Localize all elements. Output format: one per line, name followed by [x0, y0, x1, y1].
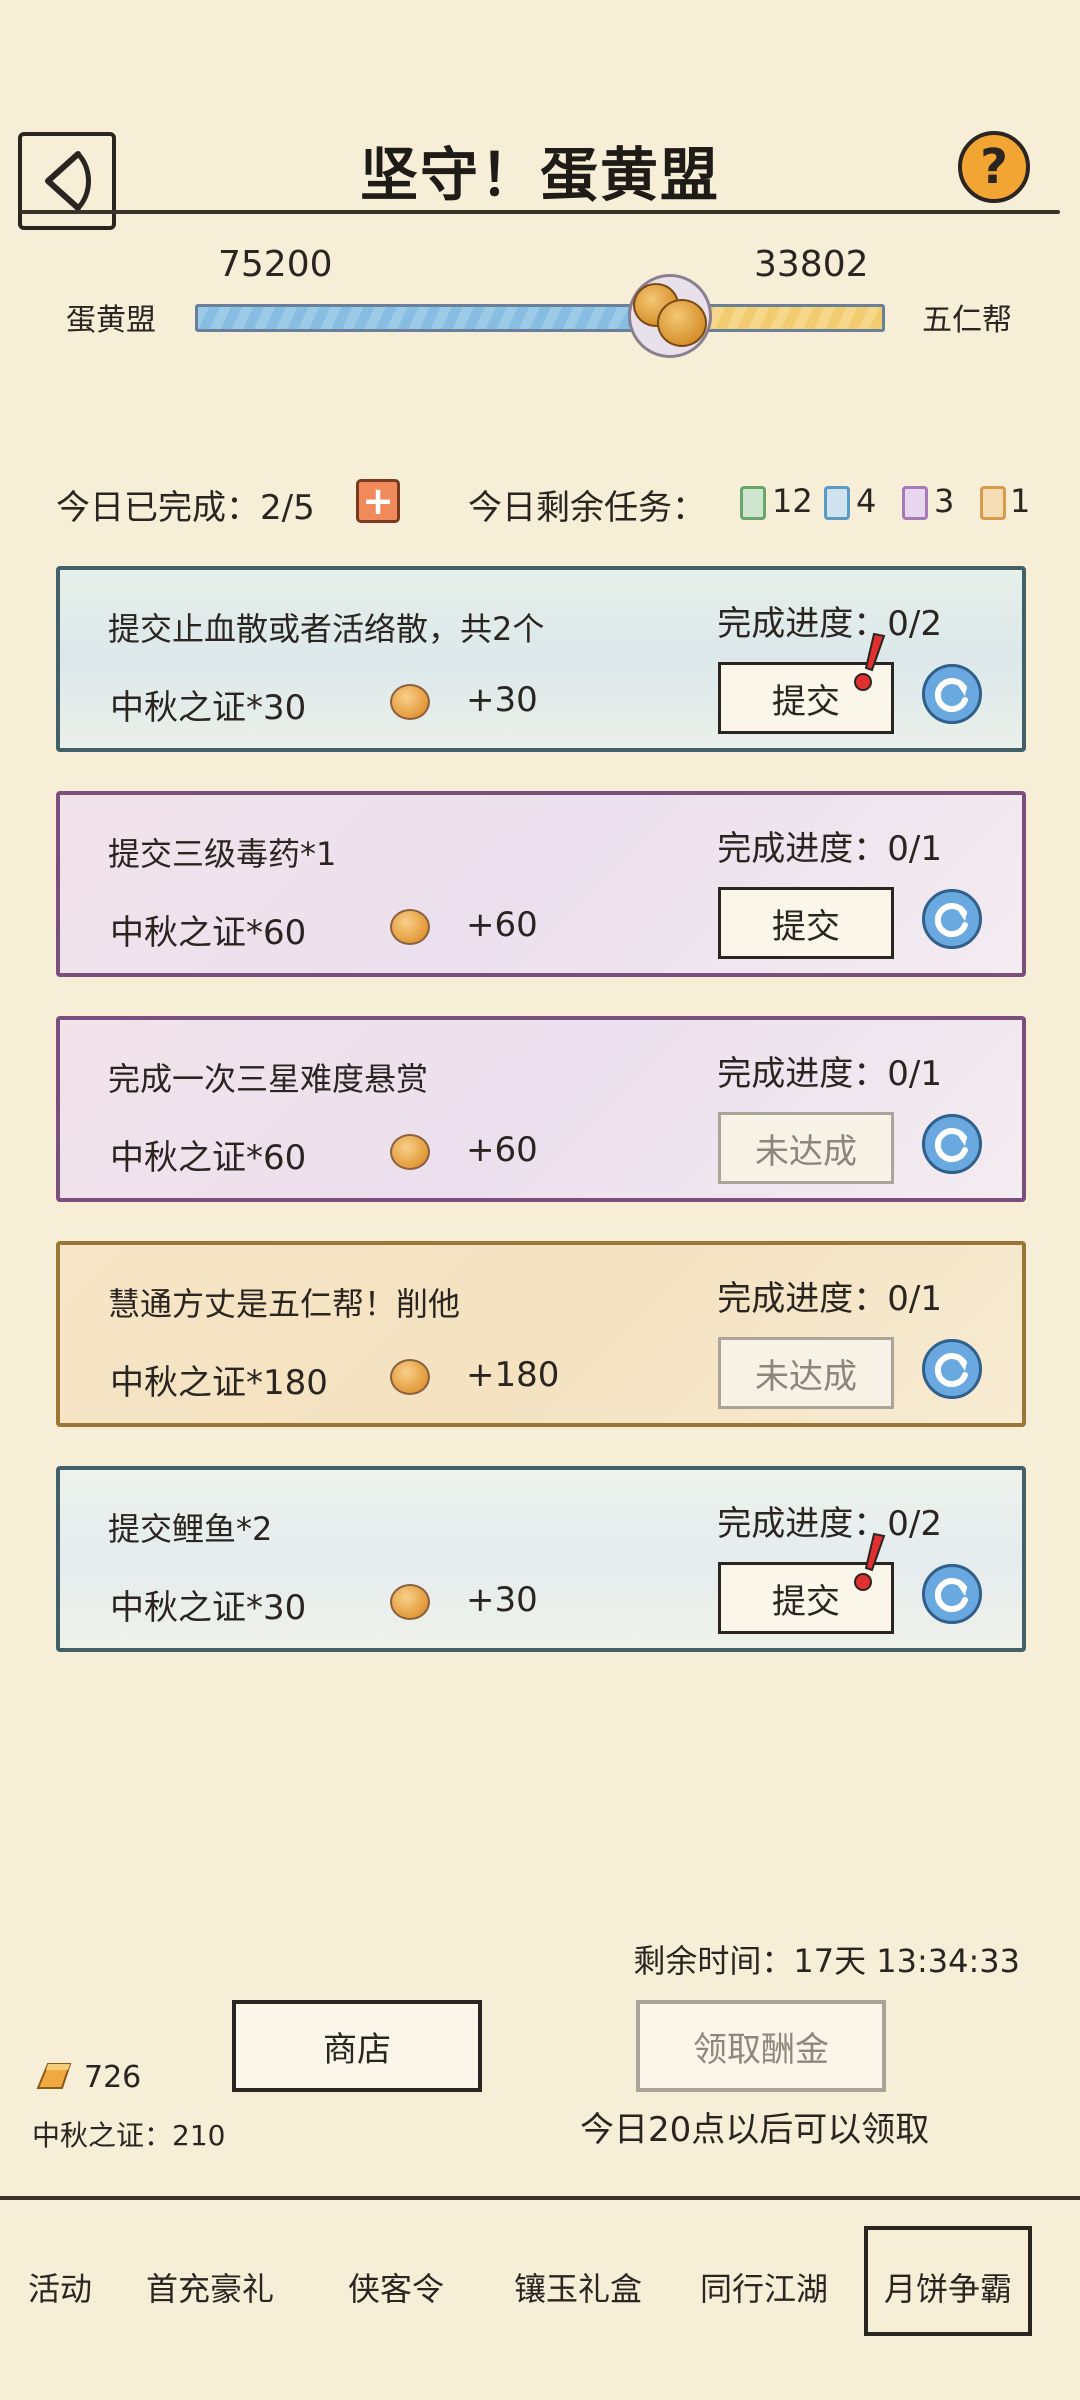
- mooncake-coin-icon: [390, 684, 430, 720]
- task-reward: 中秋之证*30: [110, 688, 307, 728]
- task-reward: 中秋之证*60: [110, 913, 307, 953]
- mooncake-coin-icon: [390, 1584, 430, 1620]
- right-team-name: 五仁帮: [922, 303, 1012, 338]
- refresh-task-button[interactable]: [922, 1564, 982, 1624]
- task-card: 提交三级毒药*1 完成进度：0/1 中秋之证*60 +60 提交: [56, 791, 1026, 977]
- task-name: 提交鲤鱼*2: [108, 1510, 273, 1548]
- claim-hint: 今日20点以后可以领取: [580, 2110, 930, 2150]
- refresh-task-button[interactable]: [922, 1114, 982, 1174]
- task-name: 完成一次三星难度悬赏: [108, 1060, 429, 1098]
- task-points: +60: [466, 905, 538, 945]
- not-achieved-button: 未达成: [718, 1112, 894, 1184]
- task-card: 提交止血散或者活络散，共2个 完成进度：0/2 中秋之证*30 +30 提交: [56, 566, 1026, 752]
- right-team-score: 33802: [754, 244, 869, 285]
- refresh-icon: [934, 1578, 968, 1612]
- task-chip-orange-count: 1: [1010, 482, 1031, 520]
- mooncake-coin-icon: [390, 909, 430, 945]
- task-progress: 完成进度：0/1: [717, 1054, 942, 1094]
- header-divider: [20, 210, 1060, 214]
- status-area: [0, 0, 1080, 100]
- help-button[interactable]: ?: [958, 131, 1030, 203]
- mooncake-front: [657, 299, 707, 347]
- remaining-tasks-label: 今日剩余任务：: [468, 488, 706, 528]
- refresh-icon: [934, 678, 968, 712]
- task-progress: 完成进度：0/2: [717, 604, 942, 644]
- left-team-name: 蛋黄盟: [66, 303, 156, 338]
- add-attempts-button[interactable]: +: [356, 479, 400, 523]
- refresh-icon: [934, 1128, 968, 1162]
- versus-progress-bar: [195, 304, 885, 332]
- refresh-icon: [934, 1353, 968, 1387]
- task-points: +30: [466, 680, 538, 720]
- help-icon: ?: [980, 139, 1008, 195]
- task-chip-purple-count: 3: [934, 482, 955, 520]
- task-name: 慧通方丈是五仁帮！削他: [108, 1285, 461, 1323]
- remaining-time: 剩余时间：17天 13:34:33: [633, 1942, 1020, 1980]
- task-card: 提交鲤鱼*2 完成进度：0/2 中秋之证*30 +30 提交: [56, 1466, 1026, 1652]
- task-card: 慧通方丈是五仁帮！削他 完成进度：0/1 中秋之证*180 +180 未达成: [56, 1241, 1026, 1427]
- submit-button[interactable]: 提交: [718, 887, 894, 959]
- task-name: 提交三级毒药*1: [108, 835, 337, 873]
- refresh-task-button[interactable]: [922, 664, 982, 724]
- nav-item-activity[interactable]: 活动: [28, 2264, 92, 2310]
- mooncake-coin-icon: [390, 1359, 430, 1395]
- task-points: +180: [466, 1355, 560, 1395]
- page-title: 坚守！蛋黄盟: [359, 141, 720, 209]
- task-reward: 中秋之证*30: [110, 1588, 307, 1628]
- task-reward: 中秋之证*60: [110, 1138, 307, 1178]
- mooncake-icon: [628, 274, 712, 358]
- not-achieved-button: 未达成: [718, 1337, 894, 1409]
- left-team-score: 75200: [218, 244, 333, 285]
- task-chip-green-count: 12: [772, 482, 813, 520]
- alert-icon: [854, 632, 886, 691]
- task-reward: 中秋之证*180: [110, 1363, 328, 1403]
- refresh-icon: [934, 903, 968, 937]
- nav-item-travel-together[interactable]: 同行江湖: [700, 2264, 828, 2310]
- left-team-fill: [198, 307, 670, 329]
- refresh-task-button[interactable]: [922, 889, 982, 949]
- task-chip-purple-icon: [902, 486, 928, 520]
- task-chip-orange-icon: [980, 486, 1006, 520]
- claim-reward-button: 领取酬金: [636, 2000, 886, 2092]
- nav-item-first-recharge[interactable]: 首充豪礼: [146, 2264, 274, 2310]
- task-progress: 完成进度：0/2: [717, 1504, 942, 1544]
- shop-button[interactable]: 商店: [232, 2000, 482, 2092]
- nav-item-jade-gift-box[interactable]: 镶玉礼盒: [514, 2264, 642, 2310]
- completed-today: 今日已完成：2/5: [56, 488, 315, 528]
- task-points: +30: [466, 1580, 538, 1620]
- task-name: 提交止血散或者活络散，共2个: [108, 610, 545, 648]
- gold-ingot-icon: [36, 2063, 72, 2089]
- refresh-task-button[interactable]: [922, 1339, 982, 1399]
- task-chip-blue-icon: [824, 486, 850, 520]
- task-chip-green-icon: [740, 486, 766, 520]
- nav-item-mooncake-battle[interactable]: 月饼争霸: [884, 2264, 1012, 2310]
- nav-item-hero-pass[interactable]: 侠客令: [348, 2264, 444, 2310]
- task-card: 完成一次三星难度悬赏 完成进度：0/1 中秋之证*60 +60 未达成: [56, 1016, 1026, 1202]
- plus-icon: +: [362, 479, 394, 523]
- task-points: +60: [466, 1130, 538, 1170]
- gold-count: 726: [84, 2060, 142, 2095]
- alert-icon: [854, 1532, 886, 1591]
- mooncake-coin-icon: [390, 1134, 430, 1170]
- task-chip-blue-count: 4: [856, 482, 877, 520]
- task-progress: 完成进度：0/1: [717, 1279, 942, 1319]
- token-count: 中秋之证：210: [32, 2119, 226, 2152]
- nav-divider: [0, 2196, 1080, 2200]
- task-progress: 完成进度：0/1: [717, 829, 942, 869]
